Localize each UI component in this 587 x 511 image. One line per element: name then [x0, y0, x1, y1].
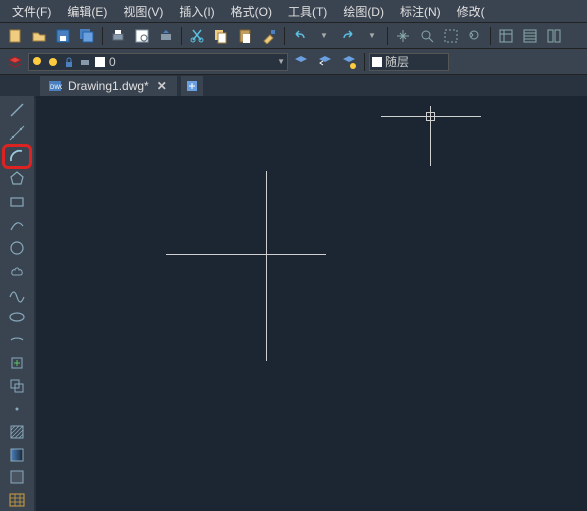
circle-tool[interactable] — [4, 238, 30, 259]
line-tool[interactable] — [4, 100, 30, 121]
zoom-previous-button[interactable] — [464, 25, 486, 47]
publish-button[interactable] — [155, 25, 177, 47]
matchprop-button[interactable] — [258, 25, 280, 47]
menu-draw[interactable]: 绘图(D) — [335, 3, 392, 20]
menu-view[interactable]: 视图(V) — [115, 3, 171, 20]
dwg-icon: DWG — [48, 79, 62, 93]
design-center-button[interactable] — [519, 25, 541, 47]
layer-previous-button[interactable] — [314, 51, 336, 73]
crosshair-cursor-v — [266, 171, 267, 361]
lock-icon — [63, 56, 75, 68]
rectangle-tool[interactable] — [4, 192, 30, 213]
redo-dropdown[interactable]: ▼ — [361, 25, 383, 47]
menu-edit[interactable]: 编辑(E) — [59, 3, 115, 20]
gradient-tool[interactable] — [4, 444, 30, 465]
saveall-button[interactable] — [76, 25, 98, 47]
layer-bylayer-selector[interactable]: 随层 — [369, 53, 449, 71]
menu-insert[interactable]: 插入(I) — [171, 3, 222, 20]
menu-dimension[interactable]: 标注(N) — [392, 3, 449, 20]
tool-palettes-button[interactable] — [543, 25, 565, 47]
draw-tool-palette — [0, 96, 34, 511]
arc-3point-tool[interactable] — [4, 215, 30, 236]
copy-button[interactable] — [210, 25, 232, 47]
spline-tool[interactable] — [4, 284, 30, 305]
open-button[interactable] — [28, 25, 50, 47]
layer-name: 0 — [109, 55, 116, 69]
color-swatch — [372, 57, 382, 67]
zoom-realtime-button[interactable] — [416, 25, 438, 47]
freeze-icon — [47, 56, 59, 68]
cut-button[interactable] — [186, 25, 208, 47]
new-tab-button[interactable] — [181, 76, 203, 96]
undo-button[interactable] — [289, 25, 311, 47]
svg-text:DWG: DWG — [50, 85, 62, 91]
pan-button[interactable] — [392, 25, 414, 47]
zoom-window-button[interactable] — [440, 25, 462, 47]
crosshair-cursor-h — [166, 254, 326, 255]
menu-format[interactable]: 格式(O) — [223, 3, 280, 20]
menu-file[interactable]: 文件(F) — [4, 3, 59, 20]
point-tool[interactable] — [4, 398, 30, 419]
polygon-tool[interactable] — [4, 169, 30, 190]
properties-button[interactable] — [495, 25, 517, 47]
layer-color-swatch — [95, 57, 105, 67]
print-button[interactable] — [107, 25, 129, 47]
tab-title: Drawing1.dwg* — [68, 79, 149, 93]
menu-modify[interactable]: 修改( — [449, 3, 493, 20]
bylayer-label: 随层 — [385, 53, 409, 70]
region-tool[interactable] — [4, 467, 30, 488]
print-preview-button[interactable] — [131, 25, 153, 47]
revision-cloud-tool[interactable] — [4, 261, 30, 282]
ellipse-arc-tool[interactable] — [4, 329, 30, 350]
pickbox-cursor — [426, 112, 435, 121]
document-tab[interactable]: DWG Drawing1.dwg* ✕ — [40, 76, 177, 96]
lightbulb-icon — [31, 56, 43, 68]
tab-close-button[interactable]: ✕ — [155, 79, 169, 93]
save-button[interactable] — [52, 25, 74, 47]
chevron-down-icon: ▼ — [277, 57, 285, 66]
insert-block-tool[interactable] — [4, 352, 30, 373]
standard-toolbar: ▼ ▼ — [0, 22, 587, 48]
paste-button[interactable] — [234, 25, 256, 47]
table-tool[interactable] — [4, 490, 30, 511]
menu-bar: 文件(F) 编辑(E) 视图(V) 插入(I) 格式(O) 工具(T) 绘图(D… — [0, 0, 587, 22]
plot-icon — [79, 56, 91, 68]
construction-line-tool[interactable] — [4, 123, 30, 144]
arc-tool[interactable] — [4, 146, 30, 167]
menu-tools[interactable]: 工具(T) — [280, 3, 335, 20]
drawing-canvas[interactable] — [36, 96, 587, 511]
layer-isolate-button[interactable] — [338, 51, 360, 73]
hatch-tool[interactable] — [4, 421, 30, 442]
new-button[interactable] — [4, 25, 26, 47]
undo-dropdown[interactable]: ▼ — [313, 25, 335, 47]
plus-doc-icon — [185, 79, 199, 93]
ellipse-tool[interactable] — [4, 306, 30, 327]
layers-toolbar: 0 ▼ 随层 — [0, 48, 587, 74]
redo-button[interactable] — [337, 25, 359, 47]
layer-states-button[interactable] — [290, 51, 312, 73]
layer-properties-button[interactable] — [4, 51, 26, 73]
document-tabs: DWG Drawing1.dwg* ✕ — [0, 74, 587, 98]
make-block-tool[interactable] — [4, 375, 30, 396]
layer-selector[interactable]: 0 ▼ — [28, 53, 288, 71]
